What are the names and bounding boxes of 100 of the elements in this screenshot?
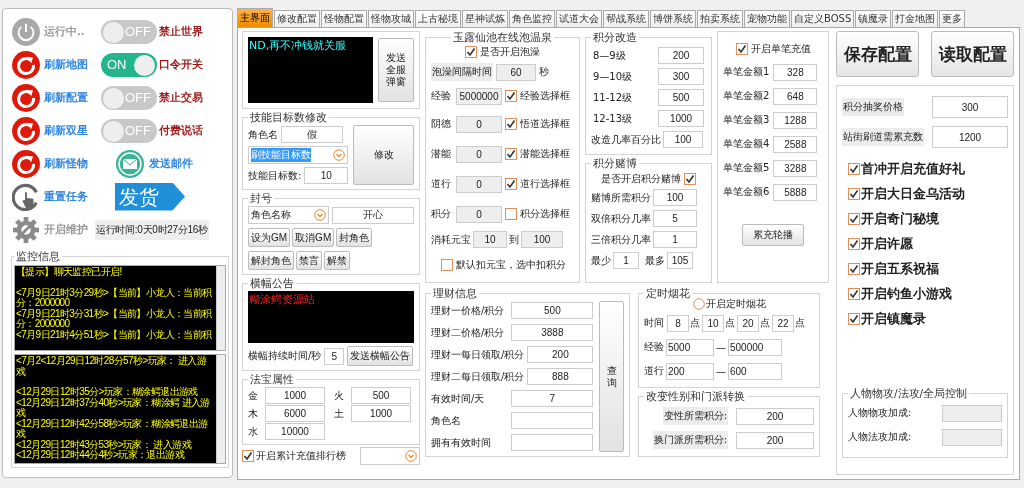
input-field[interactable]: 1200 — [932, 126, 1008, 148]
input-field[interactable]: 648 — [773, 87, 818, 105]
tab[interactable]: 自定义BOSS — [791, 10, 855, 27]
action-button[interactable]: 重置任务 — [11, 181, 88, 212]
input-field[interactable]: 500 — [658, 89, 704, 106]
ban-button[interactable]: 封角色 — [336, 228, 373, 247]
input-field[interactable]: 1000 — [265, 387, 325, 404]
input-field[interactable]: 100 — [663, 131, 703, 148]
tab[interactable]: 试道大会 — [556, 10, 602, 27]
checkbox[interactable] — [505, 208, 517, 220]
tab[interactable]: 拍卖系统 — [697, 10, 743, 27]
input-field[interactable]: 5000000 — [456, 87, 502, 105]
input-field[interactable]: 200 — [658, 47, 704, 64]
input-field[interactable]: 600 — [728, 362, 782, 380]
input-field[interactable]: 500000 — [728, 338, 782, 356]
input-field[interactable]: 300 — [658, 68, 704, 85]
checkbox[interactable] — [505, 148, 517, 160]
input-field[interactable] — [942, 404, 1002, 422]
tab[interactable]: 上古秘境 — [415, 10, 461, 27]
radio-button[interactable] — [692, 298, 705, 310]
role-dropdown[interactable]: 角色名称 — [248, 206, 329, 224]
ban-button[interactable]: 解禁 — [324, 251, 350, 270]
tab[interactable]: 星神试炼 — [462, 10, 508, 27]
input-field[interactable]: 60 — [496, 63, 536, 81]
checkbox[interactable] — [848, 288, 860, 300]
input-field[interactable]: 300 — [932, 96, 1008, 118]
tab[interactable]: 镇魔录 — [855, 10, 892, 27]
input-field[interactable]: 328 — [773, 63, 818, 81]
checkbox[interactable] — [505, 118, 517, 130]
input-field[interactable]: 500 — [511, 302, 594, 319]
send-broadcast-button[interactable]: 发送全服弹窗 — [378, 38, 414, 102]
scrollbar[interactable] — [216, 266, 225, 350]
input-field[interactable]: 10 — [473, 231, 507, 248]
input-field[interactable]: 1 — [653, 231, 697, 248]
ban-button[interactable]: 设为GM — [248, 228, 291, 247]
input-field[interactable]: 1288 — [773, 111, 818, 129]
carousel-button[interactable]: 累充轮播 — [742, 224, 804, 246]
input-field[interactable]: 200 — [666, 362, 714, 380]
checkbox[interactable] — [848, 263, 860, 275]
checkbox[interactable] — [505, 178, 517, 190]
tab[interactable]: 宠物功能 — [744, 10, 790, 27]
input-field[interactable]: 1000 — [351, 405, 411, 422]
action-button[interactable]: 刷新地图 — [11, 49, 88, 80]
checkbox[interactable] — [848, 163, 860, 175]
input-field[interactable]: 10 — [304, 167, 349, 184]
input-field[interactable]: 20 — [737, 314, 759, 332]
input-field[interactable]: 8 — [667, 314, 689, 332]
input-field[interactable]: 200 — [736, 431, 814, 449]
action-button[interactable]: 刷新双星 — [11, 115, 88, 146]
checkbox[interactable] — [848, 188, 860, 200]
ban-button[interactable]: 禁言 — [296, 251, 322, 270]
checkbox[interactable] — [441, 259, 453, 271]
tab[interactable]: 怪物攻城 — [368, 10, 414, 27]
tab[interactable]: 怪物配置 — [321, 10, 367, 27]
input-field[interactable]: 100 — [653, 189, 697, 206]
input-field[interactable]: 105 — [667, 252, 693, 269]
input-field[interactable]: 500 — [351, 387, 411, 404]
tab[interactable]: 更多 — [939, 10, 966, 27]
tab[interactable]: 修改配置 — [274, 10, 320, 27]
input-field[interactable]: 0 — [456, 115, 502, 133]
input-field[interactable]: 888 — [527, 368, 594, 385]
scrollbar[interactable] — [216, 355, 225, 463]
input-field[interactable]: 0 — [456, 145, 502, 163]
checkbox[interactable] — [848, 313, 860, 325]
input-field[interactable]: 5000 — [666, 338, 714, 356]
input-field[interactable]: 200 — [736, 407, 814, 425]
checkbox[interactable] — [848, 238, 860, 250]
input-field[interactable]: 0 — [456, 205, 502, 223]
input-field[interactable]: 100 — [521, 231, 563, 248]
input-field[interactable]: 200 — [527, 346, 594, 363]
input-field[interactable]: 假 — [281, 126, 343, 143]
tab[interactable]: 博饼系统 — [650, 10, 696, 27]
input-field[interactable]: 5 — [653, 210, 697, 227]
ban-button[interactable]: 解封角色 — [248, 251, 294, 270]
checkbox[interactable] — [464, 46, 477, 58]
load-config-button[interactable]: 读取配置 — [931, 31, 1014, 77]
modify-button[interactable]: 修改 — [353, 125, 414, 185]
tab[interactable]: 打金地图 — [892, 10, 939, 27]
input-field[interactable]: 2588 — [773, 135, 818, 153]
input-field[interactable] — [942, 428, 1002, 446]
input-field[interactable] — [511, 434, 594, 451]
send-banner-button[interactable]: 发送横幅公告 — [347, 346, 414, 366]
action-button[interactable]: 刷新怪物 — [11, 148, 88, 179]
query-button[interactable]: 查询 — [599, 301, 624, 452]
action-button[interactable]: 刷新配置 — [11, 82, 88, 113]
input-field[interactable]: 0 — [456, 175, 502, 193]
ban-button[interactable]: 取消GM — [292, 228, 335, 247]
checkbox[interactable] — [505, 90, 517, 102]
save-config-button[interactable]: 保存配置 — [836, 31, 919, 77]
checkbox[interactable] — [684, 173, 696, 185]
input-field[interactable]: 1 — [613, 252, 639, 269]
input-field[interactable]: 5888 — [773, 183, 818, 201]
input-field[interactable] — [511, 412, 594, 429]
input-field[interactable]: 6000 — [265, 405, 325, 422]
input-field[interactable]: 7 — [511, 390, 594, 407]
input-field[interactable]: 5 — [324, 347, 345, 365]
input-field[interactable]: 3888 — [511, 324, 594, 341]
input-field[interactable]: 22 — [772, 314, 794, 332]
input-field[interactable]: 1000 — [658, 110, 704, 127]
tab[interactable]: 帮战系统 — [603, 10, 649, 27]
